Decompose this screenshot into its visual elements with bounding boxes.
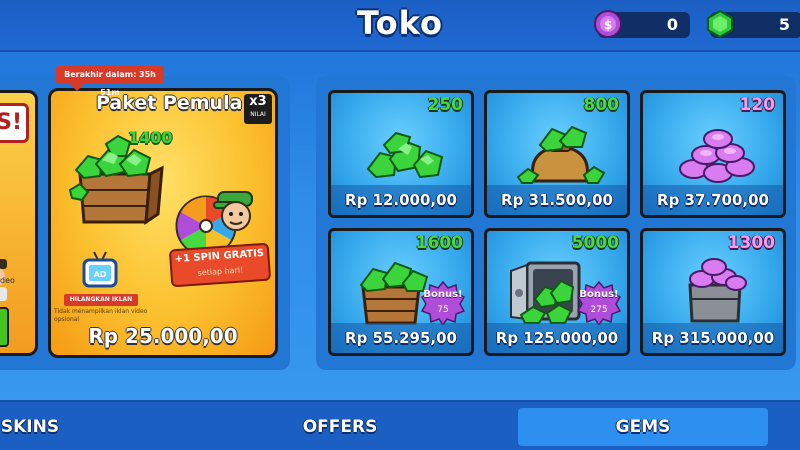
gem-offer-card[interactable]: 250 Rp 12.000,00 (328, 90, 474, 218)
offer-amount: 1300 (727, 233, 775, 253)
coin-count: 0 (666, 15, 678, 34)
tab-offers[interactable]: OFFERS (270, 408, 410, 446)
tab-gems[interactable]: GEMS (518, 408, 768, 446)
remove-ads-label: HILANGKAN IKLAN (64, 294, 138, 306)
gem-offer-card[interactable]: 5000 Bonus! 275 Rp 125.000,00 (484, 228, 630, 356)
gem-pile-icon (366, 131, 444, 179)
offer-amount: 120 (739, 95, 776, 115)
offer-amount: 5000 (571, 233, 619, 253)
offscreen-offer-card[interactable]: IS! (0, 90, 38, 356)
offer-price: Rp 125.000,00 (487, 323, 627, 353)
bottom-tab-bar: SKINS OFFERS GEMS (0, 400, 800, 450)
player-character-icon (213, 191, 253, 231)
gem-crate-icon (68, 134, 164, 225)
value-multiplier-badge: x3 NILAI (244, 94, 272, 124)
gem-offer-card[interactable]: 1600 Bonus! 75 Rp 55.295,00 (328, 228, 474, 356)
tab-skins[interactable]: SKINS (0, 408, 100, 446)
gem-balance[interactable]: 5 (707, 9, 800, 39)
coin-pile-icon (679, 129, 755, 183)
offer-price: Rp 12.000,00 (331, 185, 471, 215)
offer-tag: IS! (0, 103, 29, 143)
offer-note: deo (0, 276, 15, 285)
timer-badge: Berakhir dalam: 35h 51m (56, 66, 164, 97)
offer-amount: 250 (427, 95, 464, 115)
offer-price: Rp 31.500,00 (487, 185, 627, 215)
svg-text:$: $ (604, 18, 612, 32)
coin-offer-card[interactable]: 1300 Rp 315.000,00 (640, 228, 786, 356)
offer-price: Rp 55.295,00 (331, 323, 471, 353)
coin-icon: $ (594, 10, 622, 38)
offer-amount: 1600 (415, 233, 463, 253)
svg-text:AD: AD (94, 270, 107, 279)
starter-pack-price[interactable]: Rp 25.000,00 (48, 324, 278, 348)
top-bar: Toko $ 0 5 (0, 0, 800, 52)
offer-price: Rp 37.700,00 (643, 185, 783, 215)
ads-note: Tidak menampilkan iklan video opsional (54, 308, 148, 323)
ad-tv-icon: AD (82, 251, 118, 288)
gem-icon (707, 9, 733, 39)
offer-price: Rp 315.000,00 (643, 323, 783, 353)
gem-offer-card[interactable]: 800 Rp 31.500,00 (484, 90, 630, 218)
coin-balance[interactable]: $ 0 (594, 10, 690, 38)
bonus-text: Bonus! 275 (579, 289, 619, 315)
buy-button[interactable] (0, 307, 9, 347)
coin-offer-card[interactable]: 120 Rp 37.700,00 (640, 90, 786, 218)
gem-sack-icon (516, 125, 606, 184)
gem-count: 5 (778, 15, 790, 34)
coin-crate-icon (688, 258, 747, 323)
bonus-text: Bonus! 75 (423, 289, 463, 315)
free-spin-banner: +1 SPIN GRATIS setiap hari! (168, 242, 272, 288)
offer-amount: 800 (583, 95, 620, 115)
